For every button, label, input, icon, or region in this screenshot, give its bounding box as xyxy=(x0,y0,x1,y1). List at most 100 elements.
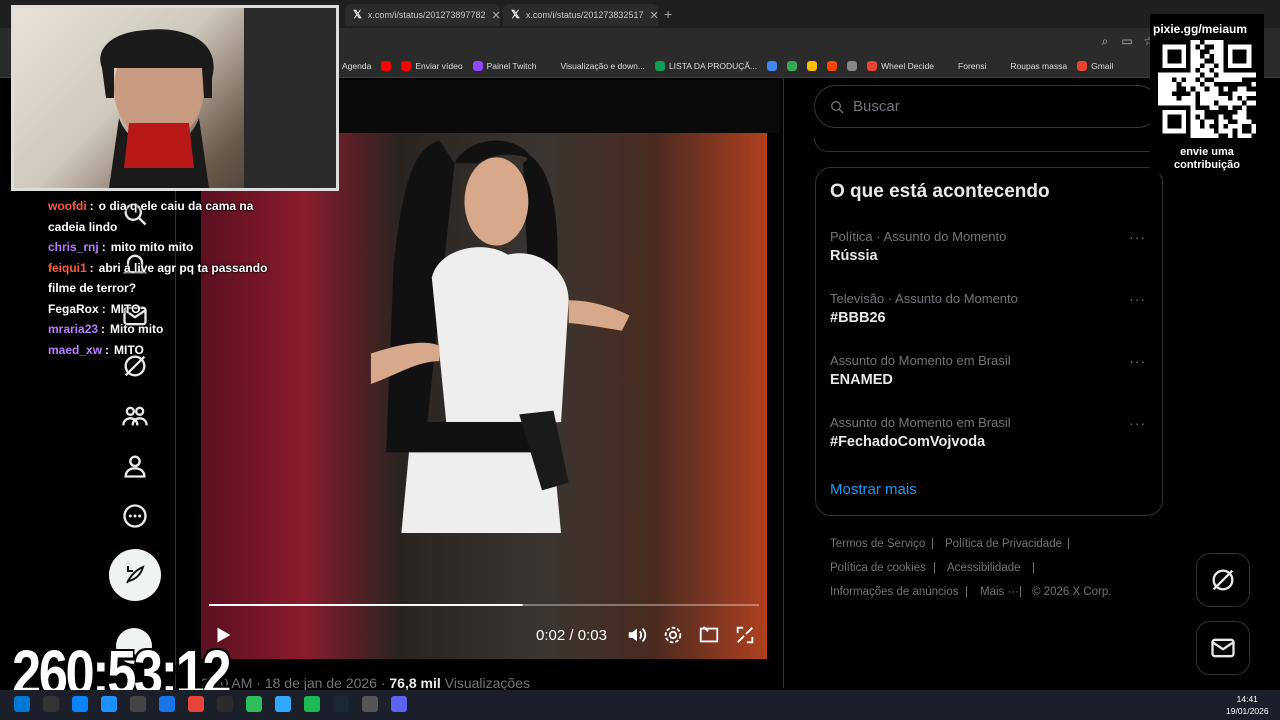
trend-name[interactable]: Rússia xyxy=(830,248,878,264)
chat-message: maed_xw: MITO xyxy=(48,340,288,361)
footer-separator: | xyxy=(1067,538,1070,550)
communities-icon[interactable] xyxy=(121,402,149,430)
trend-more-button[interactable]: ··· xyxy=(1129,291,1146,307)
trend-meta: Assunto do Momento em Brasil xyxy=(830,353,1011,368)
bookmark-favicon-icon xyxy=(654,61,665,71)
taskbar-app-icon[interactable] xyxy=(188,696,204,712)
taskbar-app-icon[interactable] xyxy=(72,696,88,712)
bookmark-favicon-icon xyxy=(944,61,955,71)
chat-username: woofdi xyxy=(48,199,87,213)
trend-more-button[interactable]: ··· xyxy=(1129,353,1146,369)
taskbar-clock[interactable]: 14:41 19/01/2026 xyxy=(1226,693,1269,717)
fullscreen-icon[interactable] xyxy=(734,624,756,646)
close-icon[interactable]: ✕ xyxy=(649,9,658,22)
taskbar-app-icon[interactable] xyxy=(43,696,59,712)
chat-separator: : xyxy=(89,260,94,275)
footer-more-link[interactable]: Mais ··· xyxy=(980,586,1019,598)
bookmark-label: Wheel Decide xyxy=(881,61,935,71)
footer-cookies-link[interactable]: Política de cookies xyxy=(830,562,926,574)
trend-name[interactable]: #BBB26 xyxy=(830,310,886,326)
x-logo-icon: 𝕏 xyxy=(353,8,362,21)
bookmark-item[interactable]: Enviar vídeo xyxy=(401,61,463,71)
footer-accessibility-link[interactable]: Acessibilidade xyxy=(947,562,1021,574)
bookmark-item[interactable] xyxy=(847,61,858,71)
footer-separator: | xyxy=(1019,586,1022,598)
taskbar-app-icon[interactable] xyxy=(275,696,291,712)
bookmark-favicon-icon xyxy=(381,61,392,71)
chat-message: FegaRox: MITO xyxy=(48,299,288,320)
taskbar-app-icon[interactable] xyxy=(14,696,30,712)
browser-tab[interactable]: 𝕏 x.com/i/status/201273897782 ✕ xyxy=(345,4,500,26)
qr-code xyxy=(1158,40,1256,138)
donation-url: pixie.gg/meiaum xyxy=(1153,22,1248,36)
more-icon[interactable] xyxy=(121,502,149,530)
chat-text: Mito mito xyxy=(110,322,164,336)
close-icon[interactable]: ✕ xyxy=(491,9,500,22)
chat-text: MITO xyxy=(114,342,144,357)
taskbar-app-icon[interactable] xyxy=(159,696,175,712)
chat-text: MITO xyxy=(110,301,141,316)
settings-gear-icon[interactable] xyxy=(662,624,684,646)
taskbar-app-icon[interactable] xyxy=(130,696,146,712)
bookmark-item[interactable] xyxy=(807,61,818,71)
bookmark-label: Visualização e down... xyxy=(560,61,645,71)
browser-tab[interactable]: 𝕏 x.com/i/status/201273832517 ✕ xyxy=(503,4,658,26)
trend-name[interactable]: ENAMED xyxy=(830,372,893,388)
bookmark-item[interactable] xyxy=(787,61,798,71)
bookmark-item[interactable] xyxy=(381,61,392,71)
taskbar-app-icon[interactable] xyxy=(246,696,262,712)
show-more-link[interactable]: Mostrar mais xyxy=(830,481,917,498)
trend-meta: Assunto do Momento em Brasil xyxy=(830,415,1011,430)
bookmark-label: Agenda xyxy=(342,61,372,71)
messages-icon xyxy=(1211,638,1235,658)
search-input[interactable]: Buscar xyxy=(814,85,1159,128)
volume-icon[interactable] xyxy=(626,624,648,646)
bookmark-item[interactable]: Visualização e down... xyxy=(546,61,645,71)
video-progress-fill xyxy=(209,604,523,606)
messages-floating-button[interactable] xyxy=(1196,621,1250,675)
compose-post-button[interactable] xyxy=(109,549,161,601)
footer-privacy-link[interactable]: Política de Privacidade xyxy=(945,538,1062,550)
footer-copyright: © 2026 X Corp. xyxy=(1032,586,1112,598)
footer-terms-link[interactable]: Termos de Serviço xyxy=(830,538,925,550)
bookmark-favicon-icon xyxy=(807,61,818,71)
bookmark-item[interactable] xyxy=(767,61,778,71)
trend-more-button[interactable]: ··· xyxy=(1129,229,1146,245)
donation-caption: envie uma contribuição xyxy=(1173,146,1240,171)
chat-username: FegaRox xyxy=(48,301,99,316)
zoom-icon[interactable]: ⌕ xyxy=(1098,34,1112,48)
trends-title: O que está acontecendo xyxy=(830,181,1050,202)
taskbar-app-icon[interactable] xyxy=(304,696,320,712)
bookmark-item[interactable]: Wheel Decide xyxy=(867,61,934,71)
bookmark-label: Forensi xyxy=(958,61,987,71)
trend-name[interactable]: #FechadoComVojvoda xyxy=(830,434,985,450)
chat-username: mraria23 xyxy=(48,322,99,336)
grok-floating-button[interactable] xyxy=(1196,553,1250,607)
bookmark-item[interactable]: LISTA DA PRODUÇÃ... xyxy=(654,61,758,71)
picture-in-picture-icon[interactable] xyxy=(698,624,720,646)
taskbar-app-icon[interactable] xyxy=(217,696,233,712)
chat-username: chris_rnj xyxy=(48,240,99,254)
bookmark-item[interactable]: Forensi xyxy=(944,61,986,71)
video-frame-person xyxy=(370,140,630,533)
taskbar-app-icon[interactable] xyxy=(101,696,117,712)
footer-ads-link[interactable]: Informações de anúncios xyxy=(830,586,959,598)
bookmark-item[interactable]: Painel Twitch xyxy=(472,61,537,71)
bookmark-item[interactable]: Gmail xyxy=(1077,61,1113,71)
cast-icon[interactable]: ▭ xyxy=(1120,34,1134,48)
card-edge xyxy=(814,138,1162,152)
column-divider xyxy=(783,78,784,688)
taskbar-app-icon[interactable] xyxy=(362,696,378,712)
taskbar-app-icon[interactable] xyxy=(333,696,349,712)
chat-separator: : xyxy=(89,199,94,213)
chat-text: mito mito mito xyxy=(110,240,194,254)
bookmark-item[interactable]: Roupas massa xyxy=(996,61,1067,71)
new-tab-button[interactable]: + xyxy=(664,6,672,22)
trend-more-button[interactable]: ··· xyxy=(1129,415,1146,431)
chat-message: mraria23: Mito mito xyxy=(48,319,288,340)
bookmark-label: LISTA DA PRODUÇÃ... xyxy=(668,61,758,71)
bookmark-item[interactable] xyxy=(827,61,838,71)
taskbar-app-icon[interactable] xyxy=(391,696,407,712)
bookmark-favicon-icon xyxy=(767,61,778,71)
profile-icon[interactable] xyxy=(121,452,149,480)
